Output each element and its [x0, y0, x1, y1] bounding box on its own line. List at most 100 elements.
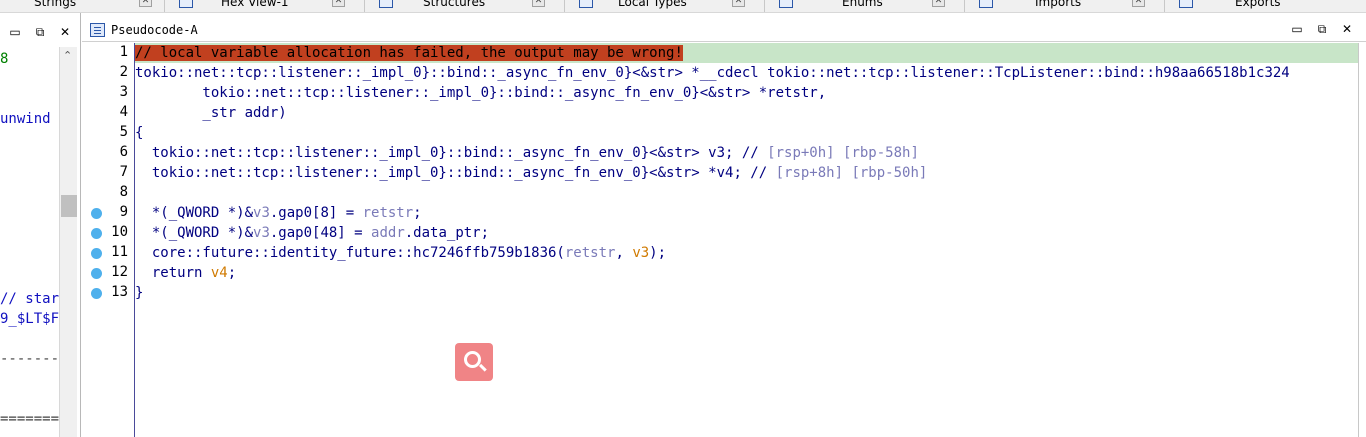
error-comment: // local variable allocation has failed,…	[135, 45, 683, 61]
close-icon[interactable]: ✕	[58, 25, 72, 39]
stack-offset-comment: [rsp+8h] [rbp-50h]	[775, 165, 928, 181]
gutter-line[interactable]: 11	[82, 243, 132, 263]
code-line-11[interactable]: core::future::identity_future::hc7246ffb…	[135, 243, 666, 263]
line-number-gutter: 1 2 3 4 5 6 7 8 9 10 11 12 13	[82, 43, 134, 437]
gutter-line[interactable]: 2	[82, 63, 132, 83]
breakpoint-dot-icon[interactable]	[91, 288, 102, 299]
chevron-up-icon[interactable]: ⌃	[63, 49, 72, 62]
gutter-line[interactable]: 8	[82, 183, 132, 203]
breakpoint-dot-icon[interactable]	[91, 228, 102, 239]
gutter-line[interactable]: 1	[82, 43, 132, 63]
exports-icon	[1179, 0, 1193, 8]
line-number: 6	[119, 144, 128, 160]
close-icon[interactable]: ✕	[1340, 22, 1354, 36]
code-line-12[interactable]: return v4;	[135, 263, 236, 283]
breakpoint-dot-icon[interactable]	[91, 208, 102, 219]
minimize-icon[interactable]: ▭	[1290, 22, 1304, 36]
line-number: 9	[119, 204, 128, 220]
code-line-7[interactable]: tokio::net::tcp::listener::_impl_0}::bin…	[135, 163, 927, 183]
line-number: 1	[119, 44, 128, 60]
line-number: 3	[119, 84, 128, 100]
pseudocode-editor[interactable]: // local variable allocation has failed,…	[135, 43, 1358, 437]
gutter-line[interactable]: 4	[82, 103, 132, 123]
scrollbar-thumb[interactable]	[61, 195, 77, 217]
close-icon[interactable]: ✕	[1132, 0, 1145, 7]
code-line-3[interactable]: tokio::net::tcp::listener::_impl_0}::bin…	[135, 83, 826, 103]
tab-strings[interactable]: Strings ✕	[0, 0, 165, 12]
code-text: return	[135, 265, 211, 281]
breakpoint-dot-icon[interactable]	[91, 248, 102, 259]
code-text: ;	[413, 205, 422, 221]
list-item: 8	[0, 51, 9, 67]
stack-offset-comment: [rsp+0h] [rbp-58h]	[767, 145, 919, 161]
tab-hex-view[interactable]: Hex View-1 ✕	[165, 0, 365, 12]
restore-icon[interactable]: ⧉	[33, 25, 47, 39]
code-text: }	[135, 285, 144, 301]
gutter-line[interactable]: 12	[82, 263, 132, 283]
code-text: {	[135, 125, 144, 141]
code-line-2[interactable]: tokio::net::tcp::listener::_impl_0}::bin…	[135, 63, 1290, 83]
tab-label: Enums	[842, 0, 883, 9]
code-line-13[interactable]: }	[135, 283, 143, 303]
variable-token[interactable]: v3	[632, 245, 649, 261]
gutter-line[interactable]: 3	[82, 83, 132, 103]
gutter-line[interactable]: 6	[82, 143, 132, 163]
line-number: 13	[111, 284, 128, 300]
variable-token[interactable]: addr	[371, 225, 405, 241]
pseudocode-icon	[90, 23, 105, 37]
variable-token[interactable]: v3	[253, 225, 270, 241]
enums-icon	[779, 0, 793, 8]
variable-token[interactable]: retstr	[565, 245, 616, 261]
code-text: *(_QWORD *)&	[135, 225, 254, 241]
gutter-line[interactable]: 5	[82, 123, 132, 143]
tab-label: Imports	[1035, 0, 1082, 9]
code-text: core::future::identity_future::hc7246ffb…	[135, 245, 565, 261]
list-item: unwind	[0, 111, 51, 127]
list-item: 9_$LT$F	[0, 311, 60, 327]
pseudocode-pane: Pseudocode-A ▭ ⧉ ✕ 1 2 3 4 5 6 7 8 9 10 …	[82, 13, 1366, 437]
tab-imports[interactable]: Imports ✕	[965, 0, 1165, 12]
tab-structures[interactable]: Structures ✕	[365, 0, 565, 12]
gutter-line[interactable]: 9	[82, 203, 132, 223]
gutter-line[interactable]: 7	[82, 163, 132, 183]
line-number: 8	[119, 184, 128, 200]
close-icon[interactable]: ✕	[139, 0, 152, 7]
variable-token[interactable]: v4	[211, 265, 228, 281]
variable-token[interactable]: retstr	[363, 205, 414, 221]
code-line-6[interactable]: tokio::net::tcp::listener::_impl_0}::bin…	[135, 143, 919, 163]
restore-icon[interactable]: ⧉	[1315, 22, 1329, 36]
pseudocode-titlebar: Pseudocode-A ▭ ⧉ ✕	[82, 18, 1366, 42]
code-line-4[interactable]: _str addr)	[135, 103, 286, 123]
left-pane: ▭ ⧉ ✕ 8 unwind // star 9_$LT$F -------- …	[0, 13, 81, 437]
gutter-line[interactable]: 13	[82, 283, 132, 303]
close-icon[interactable]: ✕	[932, 0, 945, 7]
code-text: .gap0[48] =	[269, 225, 372, 241]
tab-label: Local Types	[618, 0, 687, 9]
tab-enums[interactable]: Enums ✕	[765, 0, 965, 12]
breakpoint-dot-icon[interactable]	[91, 268, 102, 279]
tab-exports[interactable]: Exports	[1165, 0, 1366, 12]
tab-label: Exports	[1235, 0, 1281, 9]
code-line-1[interactable]: // local variable allocation has failed,…	[135, 43, 683, 63]
code-line-9[interactable]: *(_QWORD *)&v3.gap0[8] = retstr;	[135, 203, 422, 223]
code-line-5[interactable]: {	[135, 123, 143, 143]
code-text: );	[649, 245, 667, 261]
close-icon[interactable]: ✕	[532, 0, 545, 7]
tab-label: Hex View-1	[221, 0, 289, 9]
code-line-10[interactable]: *(_QWORD *)&v3.gap0[48] = addr.data_ptr;	[135, 223, 489, 243]
tab-local-types[interactable]: Local Types ✕	[565, 0, 765, 12]
left-pane-disassembly[interactable]: 8 unwind // star 9_$LT$F -------- ======…	[0, 47, 60, 437]
floating-search-button[interactable]	[455, 343, 493, 381]
code-text: .gap0[8] =	[269, 205, 363, 221]
variable-token[interactable]: v3	[253, 205, 270, 221]
gutter-line[interactable]: 10	[82, 223, 132, 243]
line-number: 2	[119, 64, 128, 80]
close-icon[interactable]: ✕	[732, 0, 745, 7]
minimize-icon[interactable]: ▭	[8, 25, 22, 39]
code-text: ;	[227, 265, 237, 281]
line-number: 10	[111, 224, 128, 240]
left-pane-scrollbar[interactable]: ⌃	[59, 47, 77, 437]
close-icon[interactable]: ✕	[332, 0, 345, 7]
local-types-icon	[579, 0, 593, 8]
pane-title: Pseudocode-A	[111, 23, 198, 37]
